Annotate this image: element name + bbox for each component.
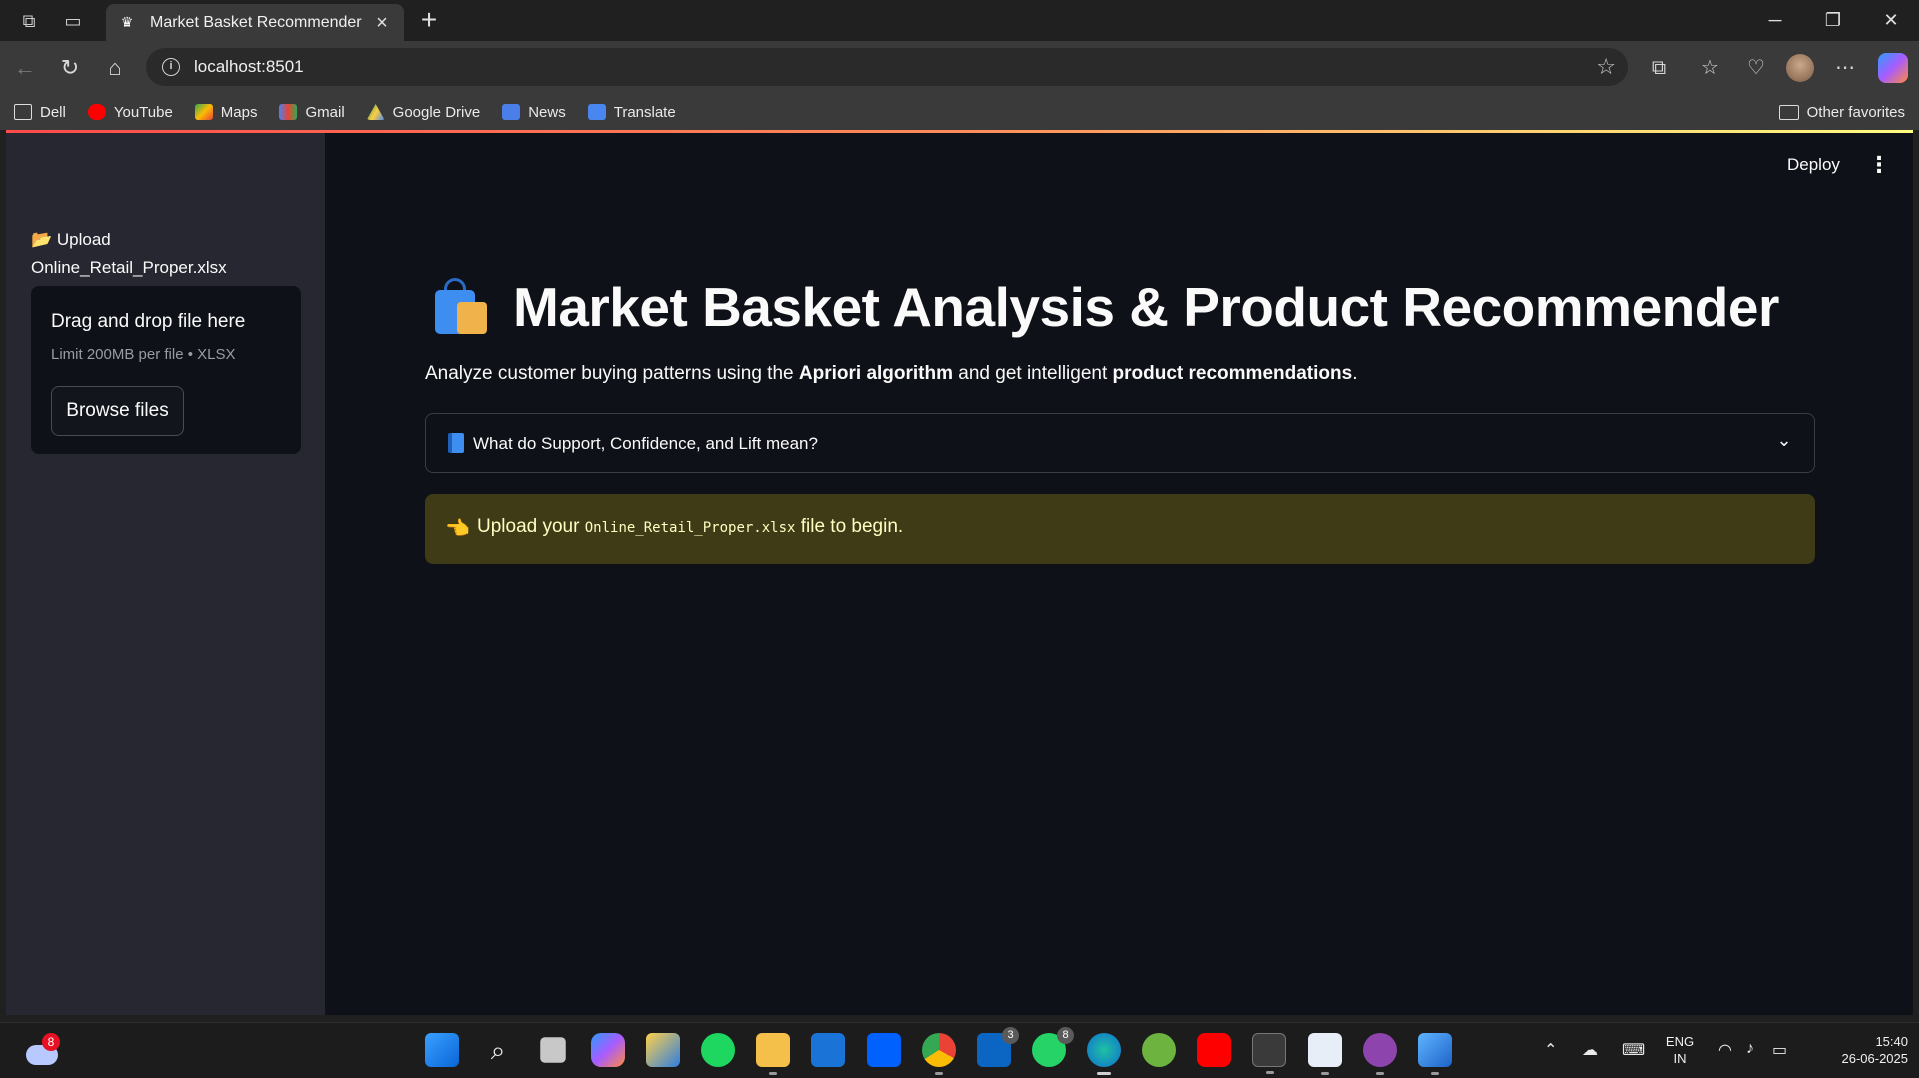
keyboard-icon[interactable]: ⌨	[1622, 1040, 1645, 1060]
chevron-up-icon[interactable]: ⌃	[1544, 1040, 1557, 1060]
tab-title: Market Basket Recommender	[150, 13, 362, 31]
settings-more-icon[interactable]: ⋯	[1829, 52, 1861, 84]
back-arrow-icon[interactable]: ←	[10, 53, 40, 83]
start-menu-icon[interactable]	[425, 1033, 459, 1067]
favorites-icon[interactable]: ☆	[1694, 52, 1726, 84]
volume-icon[interactable]: ♪	[1746, 1040, 1754, 1058]
close-tab-icon[interactable]: ×	[372, 13, 392, 33]
maps-icon	[194, 104, 213, 120]
file-uploader-label: 📂 Upload Online_Retail_Proper.xlsx	[31, 230, 227, 277]
browser-toolbar: ← ↻ ⌂ i localhost:8501 ☆ ⧉ ☆ ♡ ⋯	[0, 41, 1919, 94]
expander-label: What do Support, Confidence, and Lift me…	[473, 434, 818, 453]
windows-taskbar: 8 ⌕ 3 8 ⌃ ☁ ⌨ ENG IN ◠ ♪ ▭ 15:40 26-06-2…	[0, 1022, 1919, 1078]
profile-avatar[interactable]	[1786, 54, 1814, 82]
extensions-icon[interactable]: ⧉	[1643, 52, 1675, 84]
minimize-button[interactable]: ─	[1752, 4, 1798, 36]
site-info-icon[interactable]: i	[162, 58, 180, 76]
spotify-icon[interactable]	[701, 1033, 735, 1067]
folder-icon	[1778, 104, 1799, 120]
whatsapp-icon[interactable]: 8	[1032, 1027, 1074, 1067]
bookmark-translate[interactable]: Translate	[587, 104, 676, 121]
alert-text: Upload your Online_Retail_Proper.xlsx fi…	[477, 516, 904, 537]
deploy-button[interactable]: Deploy	[1787, 155, 1840, 175]
vertical-tabs-icon[interactable]: ▭	[60, 8, 86, 34]
sidebar: 📂 Upload Online_Retail_Proper.xlsx Drag …	[6, 133, 325, 1015]
linkedin-badge: 3	[1002, 1027, 1019, 1044]
news-icon	[502, 104, 521, 120]
bookmark-youtube[interactable]: YouTube	[87, 104, 173, 121]
edge-icon[interactable]	[1087, 1033, 1121, 1075]
favorite-star-icon[interactable]: ☆	[1596, 54, 1616, 80]
alert-filename: Online_Retail_Proper.xlsx	[584, 520, 796, 536]
metrics-explanation-expander[interactable]: What do Support, Confidence, and Lift me…	[425, 413, 1815, 473]
chrome-icon[interactable]	[922, 1033, 956, 1075]
workspaces-icon[interactable]: ⧉	[16, 8, 42, 34]
youtube-icon	[87, 104, 106, 120]
search-icon[interactable]: ⌕	[481, 1033, 515, 1067]
language-indicator[interactable]: ENG IN	[1662, 1033, 1698, 1067]
terminal-icon[interactable]	[1252, 1033, 1286, 1074]
bookmarks-bar: Dell YouTube Maps Gmail Google Drive New…	[0, 94, 1919, 130]
browser-essentials-icon[interactable]: ♡	[1740, 52, 1772, 84]
outlook-icon[interactable]	[811, 1033, 845, 1067]
copilot-icon[interactable]	[1878, 53, 1908, 83]
clock[interactable]: 15:40 26-06-2025	[1812, 1033, 1909, 1067]
copilot-app-icon[interactable]	[591, 1033, 625, 1067]
whatsapp-badge: 8	[1057, 1027, 1074, 1044]
youtube-app-icon[interactable]	[1197, 1033, 1231, 1067]
notepad-icon[interactable]	[1308, 1033, 1342, 1075]
streamlit-crown-icon: ♛	[120, 14, 134, 30]
browser-tab-active[interactable]: ♛ Market Basket Recommender ×	[106, 4, 404, 41]
onedrive-icon[interactable]: ☁	[1582, 1040, 1598, 1060]
book-icon	[448, 433, 464, 453]
page-header: Market Basket Analysis & Product Recomme…	[431, 275, 1779, 339]
browse-files-button[interactable]: Browse files	[51, 386, 184, 436]
github-desktop-icon[interactable]	[1363, 1033, 1397, 1075]
home-icon[interactable]: ⌂	[100, 53, 130, 83]
page-title: Market Basket Analysis & Product Recomme…	[513, 276, 1779, 338]
google-drive-icon	[366, 104, 385, 120]
folder-icon	[14, 104, 32, 120]
address-bar[interactable]: i localhost:8501 ☆	[146, 48, 1628, 86]
bookmark-maps[interactable]: Maps	[194, 104, 257, 121]
battery-icon[interactable]: ▭	[1772, 1040, 1787, 1060]
bookmark-dell[interactable]: Dell	[14, 104, 66, 121]
photos-icon[interactable]	[1418, 1033, 1452, 1075]
bookmark-news[interactable]: News	[502, 104, 566, 121]
chevron-down-icon[interactable]: ⌄	[1774, 430, 1794, 450]
streamlit-app: 📂 Upload Online_Retail_Proper.xlsx Drag …	[6, 133, 1913, 1015]
new-tab-button[interactable]: +	[414, 5, 444, 35]
task-view-icon[interactable]	[540, 1037, 566, 1063]
shopping-bags-icon	[431, 278, 491, 336]
spring-tool-icon[interactable]	[1142, 1033, 1176, 1067]
weather-widget[interactable]: 8	[24, 1033, 60, 1065]
dropzone-title: Drag and drop file here	[51, 311, 246, 332]
translate-icon	[587, 104, 606, 120]
microsoft-store-icon[interactable]	[646, 1033, 680, 1067]
pointing-hand-icon: 👈	[445, 518, 470, 540]
url-text[interactable]: localhost:8501	[194, 57, 304, 77]
weather-badge: 8	[42, 1033, 60, 1051]
file-explorer-icon[interactable]	[756, 1033, 790, 1075]
gmail-icon	[279, 104, 298, 120]
browser-tabstrip: ⧉ ▭ ♛ Market Basket Recommender × + ─ ❐ …	[0, 0, 1919, 41]
page-description: Analyze customer buying patterns using t…	[425, 363, 1358, 384]
wifi-icon[interactable]: ◠	[1718, 1040, 1732, 1060]
file-dropzone[interactable]: Drag and drop file here Limit 200MB per …	[31, 286, 301, 454]
close-window-button[interactable]: ✕	[1868, 4, 1914, 36]
restore-button[interactable]: ❐	[1810, 4, 1856, 36]
refresh-icon[interactable]: ↻	[55, 53, 85, 83]
upload-warning-alert: 👈 Upload your Online_Retail_Proper.xlsx …	[425, 494, 1815, 564]
dropzone-limit: Limit 200MB per file • XLSX	[51, 346, 236, 363]
other-favorites[interactable]: Other favorites	[1778, 94, 1905, 130]
main-menu-icon[interactable]: ⋮	[1868, 151, 1890, 179]
linkedin-icon[interactable]: 3	[977, 1027, 1019, 1067]
bookmark-gmail[interactable]: Gmail	[279, 104, 345, 121]
bookmark-google-drive[interactable]: Google Drive	[366, 104, 480, 121]
dropbox-icon[interactable]	[867, 1033, 901, 1067]
